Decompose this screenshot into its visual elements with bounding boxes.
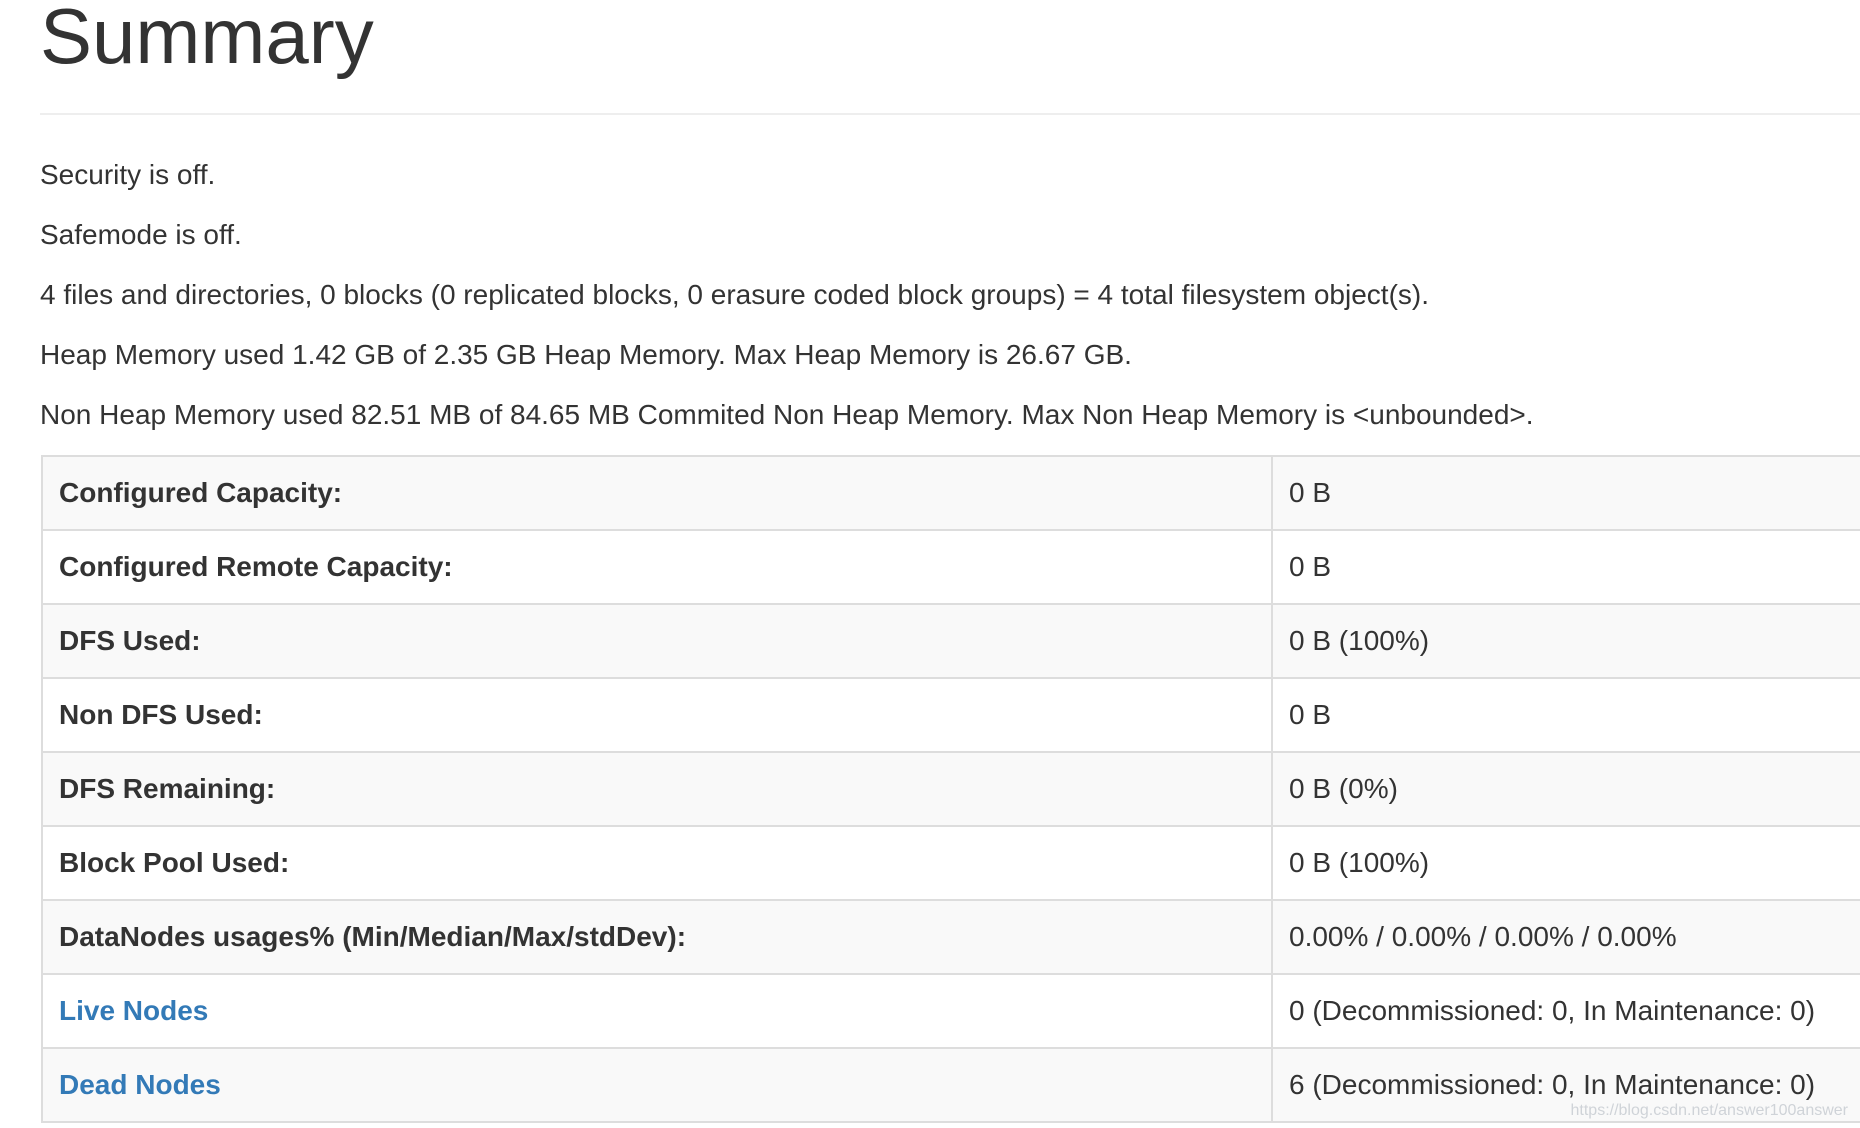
dead-nodes-cell: Dead Nodes xyxy=(41,1047,1273,1123)
non-heap-memory: Non Heap Memory used 82.51 MB of 84.65 M… xyxy=(40,399,1534,430)
summary-page: Summary Security is off. Safemode is off… xyxy=(0,0,1860,1128)
dfs-used-label: DFS Used: xyxy=(41,603,1273,679)
configured-capacity-value: 0 B xyxy=(1271,455,1860,531)
heap-memory: Heap Memory used 1.42 GB of 2.35 GB Heap… xyxy=(40,339,1132,370)
table-row: Block Pool Used: 0 B (100%) xyxy=(41,825,1860,901)
security-status: Security is off. xyxy=(40,159,216,190)
block-pool-used-label: Block Pool Used: xyxy=(41,825,1273,901)
datanodes-usages-label: DataNodes usages% (Min/Median/Max/stdDev… xyxy=(41,899,1273,975)
table-row: Configured Remote Capacity: 0 B xyxy=(41,529,1860,605)
live-nodes-link[interactable]: Live Nodes xyxy=(59,995,208,1026)
dead-nodes-link[interactable]: Dead Nodes xyxy=(59,1069,221,1100)
filesystem-objects: 4 files and directories, 0 blocks (0 rep… xyxy=(40,279,1429,310)
table-row: DataNodes usages% (Min/Median/Max/stdDev… xyxy=(41,899,1860,975)
configured-capacity-label: Configured Capacity: xyxy=(41,455,1273,531)
live-nodes-value: 0 (Decommissioned: 0, In Maintenance: 0) xyxy=(1271,973,1860,1049)
watermark-text: https://blog.csdn.net/answer100answer xyxy=(1570,1102,1849,1119)
dfs-remaining-label: DFS Remaining: xyxy=(41,751,1273,827)
non-dfs-used-value: 0 B xyxy=(1271,677,1860,753)
table-row: DFS Used: 0 B (100%) xyxy=(41,603,1860,679)
configured-remote-capacity-label: Configured Remote Capacity: xyxy=(41,529,1273,605)
summary-table: Configured Capacity: 0 B Configured Remo… xyxy=(41,455,1860,1123)
block-pool-used-value: 0 B (100%) xyxy=(1271,825,1860,901)
safemode-status: Safemode is off. xyxy=(40,219,242,250)
non-dfs-used-label: Non DFS Used: xyxy=(41,677,1273,753)
datanodes-usages-value: 0.00% / 0.00% / 0.00% / 0.00% xyxy=(1271,899,1860,975)
page-title: Summary xyxy=(40,0,374,80)
title-divider xyxy=(40,113,1860,115)
table-row: DFS Remaining: 0 B (0%) xyxy=(41,751,1860,827)
dfs-remaining-value: 0 B (0%) xyxy=(1271,751,1860,827)
live-nodes-cell: Live Nodes xyxy=(41,973,1273,1049)
table-row: Non DFS Used: 0 B xyxy=(41,677,1860,753)
configured-remote-capacity-value: 0 B xyxy=(1271,529,1860,605)
table-row: Configured Capacity: 0 B xyxy=(41,455,1860,531)
table-row: Live Nodes 0 (Decommissioned: 0, In Main… xyxy=(41,973,1860,1049)
dfs-used-value: 0 B (100%) xyxy=(1271,603,1860,679)
